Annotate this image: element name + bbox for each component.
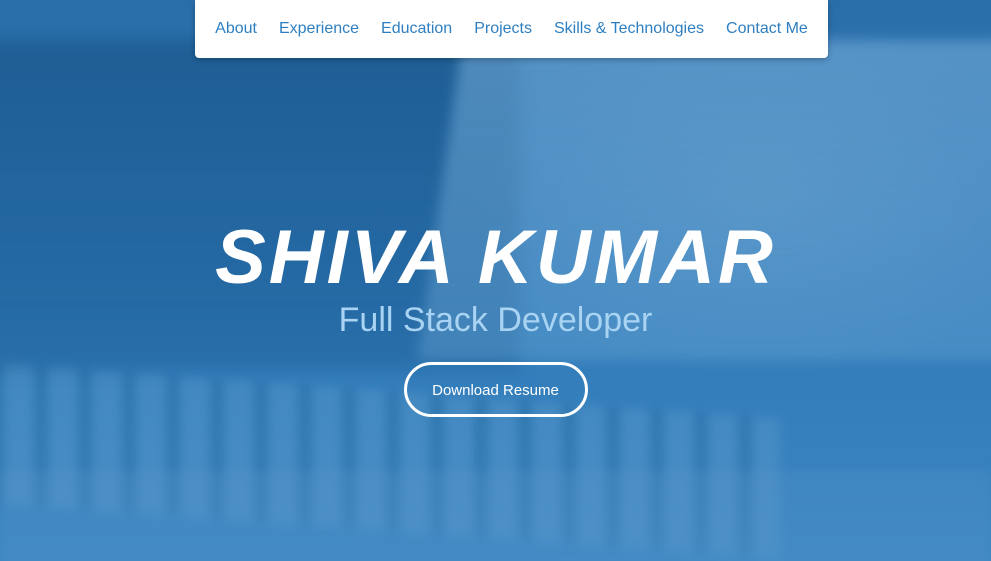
hero-role: Full Stack Developer <box>338 301 653 339</box>
nav-link-skills[interactable]: Skills & Technologies <box>543 20 715 37</box>
nav-item-about: About <box>204 20 268 38</box>
nav-link-education[interactable]: Education <box>370 20 463 37</box>
nav-item-contact: Contact Me <box>715 20 819 38</box>
nav-link-experience[interactable]: Experience <box>268 20 370 37</box>
top-navbar: About Experience Education Projects Skil… <box>195 0 828 58</box>
nav-link-about[interactable]: About <box>204 20 268 37</box>
nav-list: About Experience Education Projects Skil… <box>204 20 819 38</box>
hero-section: SHIVA KUMAR Full Stack Developer Downloa… <box>0 210 991 417</box>
nav-item-skills: Skills & Technologies <box>543 20 715 38</box>
nav-link-contact[interactable]: Contact Me <box>715 20 819 37</box>
hero-name: SHIVA KUMAR <box>215 215 776 300</box>
nav-item-experience: Experience <box>268 20 370 38</box>
nav-link-projects[interactable]: Projects <box>463 20 543 37</box>
laptop-base-blur <box>0 470 991 561</box>
nav-item-projects: Projects <box>463 20 543 38</box>
download-resume-button[interactable]: Download Resume <box>403 362 588 417</box>
nav-item-education: Education <box>370 20 463 38</box>
